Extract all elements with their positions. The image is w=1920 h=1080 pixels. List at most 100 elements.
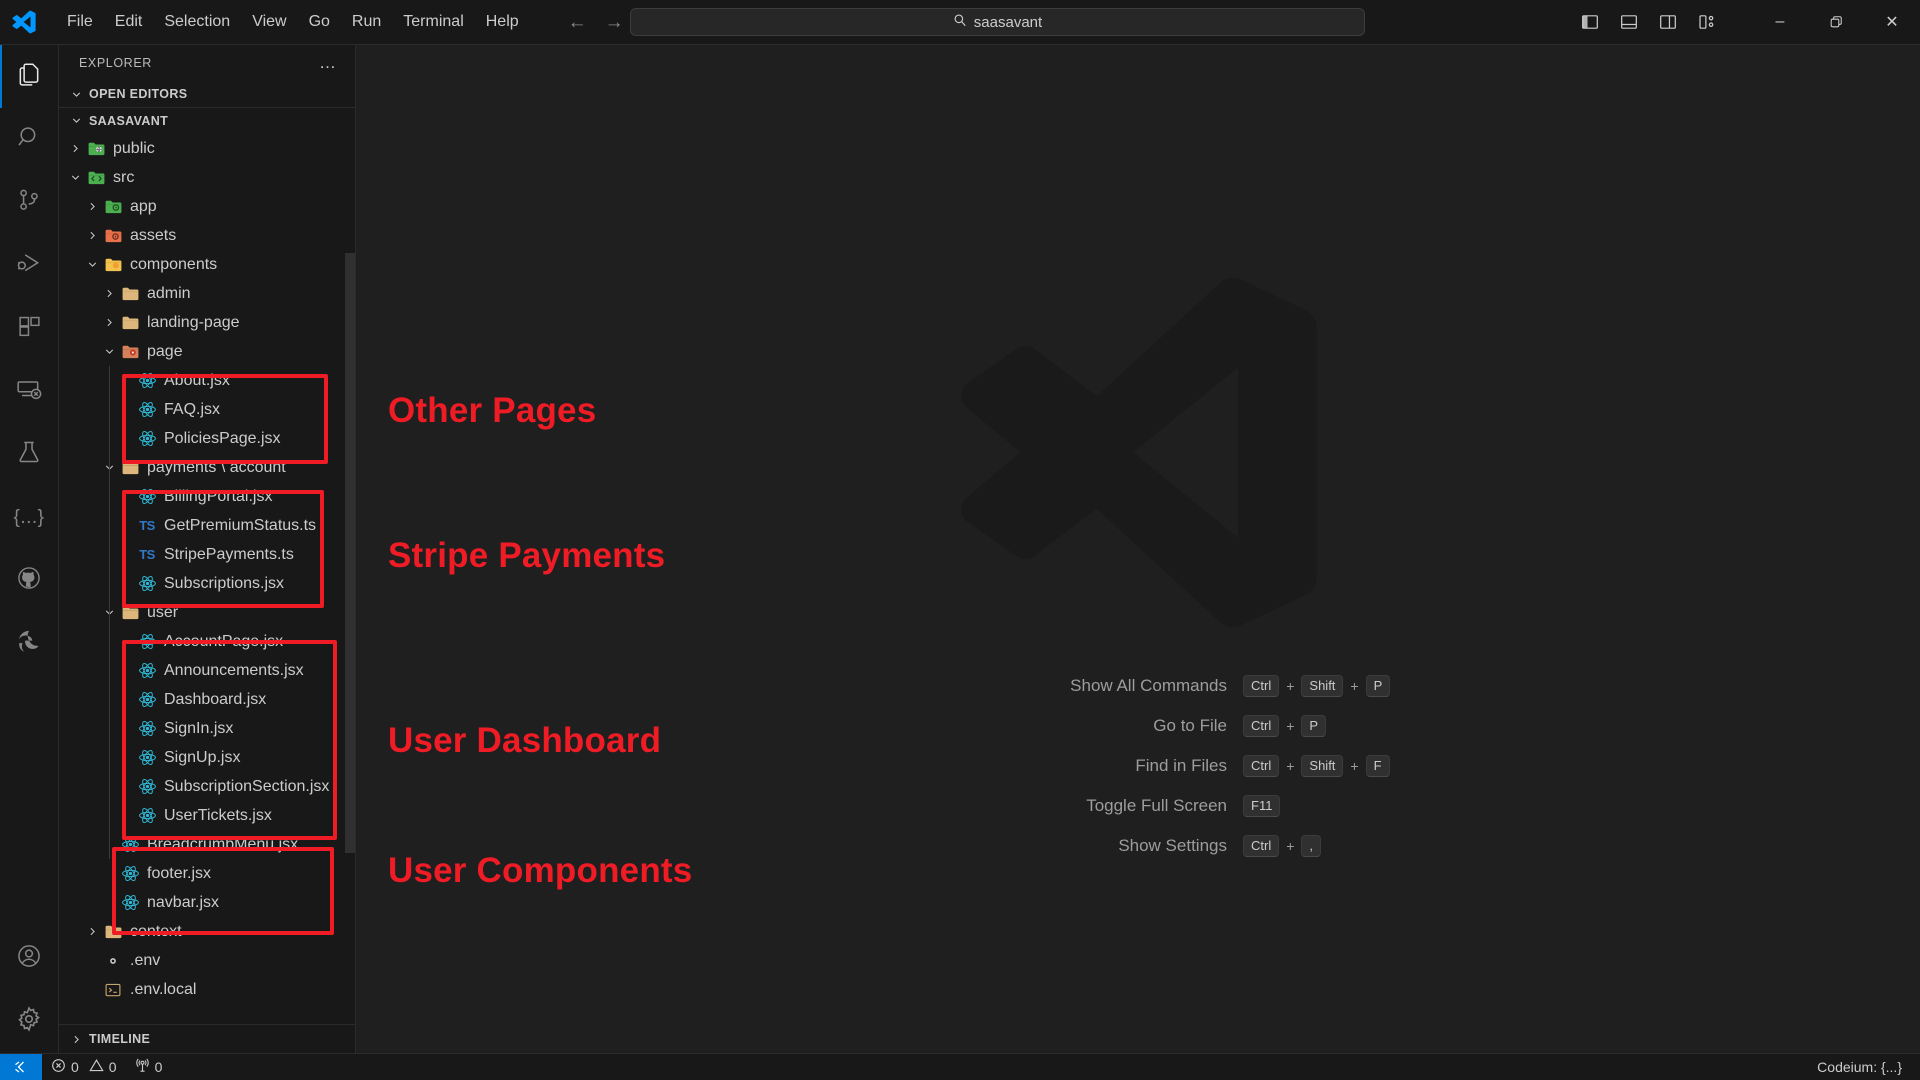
- github-icon: [16, 565, 42, 596]
- shortcut-label[interactable]: Find in Files: [868, 756, 1243, 776]
- chevron-right-icon: [67, 1033, 85, 1046]
- tree-file-row[interactable]: Dashboard.jsx: [59, 685, 355, 714]
- tree-folder-row[interactable]: components: [59, 250, 355, 279]
- tree-file-row[interactable]: AccountPage.jsx: [59, 627, 355, 656]
- status-ports[interactable]: 0: [126, 1054, 172, 1080]
- menu-run[interactable]: Run: [341, 9, 392, 35]
- react-icon: [135, 429, 159, 448]
- tree-file-row[interactable]: navbar.jsx: [59, 888, 355, 917]
- minimize-button[interactable]: –: [1752, 0, 1808, 45]
- tree-folder-row[interactable]: user: [59, 598, 355, 627]
- radio-tower-icon: [135, 1058, 150, 1076]
- tree-item-label: user: [147, 603, 179, 621]
- tree-item-label: page: [147, 342, 183, 360]
- tree-file-row[interactable]: UserTickets.jsx: [59, 801, 355, 830]
- tree-item-label: .env.local: [130, 980, 197, 998]
- console-file-icon: [101, 981, 125, 999]
- restore-button[interactable]: [1808, 0, 1864, 45]
- activity-item-github[interactable]: [0, 549, 59, 612]
- codeium-status[interactable]: Codeium: {...}: [1817, 1059, 1902, 1075]
- remote-window-icon[interactable]: [0, 1053, 42, 1080]
- shortcut-row: Toggle Full Screen F11: [868, 795, 1408, 817]
- activity-item-codeium[interactable]: {...}: [0, 486, 59, 549]
- shortcut-keys: Ctrl + P: [1243, 715, 1408, 737]
- menu-selection[interactable]: Selection: [153, 9, 241, 35]
- menu-edit[interactable]: Edit: [104, 9, 154, 35]
- menu-go[interactable]: Go: [298, 9, 341, 35]
- tree-file-row[interactable]: PoliciesPage.jsx: [59, 424, 355, 453]
- arrow-right-icon[interactable]: →: [605, 13, 624, 32]
- chevron-right-icon: [84, 925, 101, 938]
- shortcut-label[interactable]: Show All Commands: [868, 676, 1243, 696]
- activity-item-extensions[interactable]: [0, 297, 59, 360]
- shortcut-label[interactable]: Show Settings: [868, 836, 1243, 856]
- ports-count: 0: [154, 1059, 163, 1075]
- warning-count: 0: [108, 1059, 117, 1075]
- activity-item-explorer[interactable]: [0, 45, 59, 108]
- close-button[interactable]: ✕: [1864, 0, 1920, 45]
- activity-item-source-control[interactable]: [0, 171, 59, 234]
- status-problems[interactable]: 0 0: [42, 1054, 126, 1080]
- activity-item-testing[interactable]: [0, 423, 59, 486]
- folder-icon: [101, 922, 125, 941]
- menu-help[interactable]: Help: [475, 9, 530, 35]
- tree-file-row[interactable]: TS StripePayments.ts: [59, 540, 355, 569]
- tree-folder-row[interactable]: assets: [59, 221, 355, 250]
- react-icon: [118, 835, 142, 854]
- tree-item-label: public: [113, 139, 155, 157]
- tree-folder-row[interactable]: context: [59, 917, 355, 946]
- status-bar: 0 0 0 Codeium: {...}: [0, 1053, 1920, 1080]
- activity-item-run-and-debug[interactable]: [0, 234, 59, 297]
- layout-sidebar-right-icon[interactable]: [1653, 7, 1683, 37]
- tree-folder-row[interactable]: public: [59, 134, 355, 163]
- keyboard-key: ,: [1301, 835, 1322, 857]
- files-icon: [16, 61, 42, 92]
- activity-item-manage-settings[interactable]: [0, 990, 59, 1053]
- layout-panel-bottom-icon[interactable]: [1614, 7, 1644, 37]
- tree-item-label: SignUp.jsx: [164, 748, 241, 766]
- tree-folder-row[interactable]: page: [59, 337, 355, 366]
- tree-folder-row[interactable]: app: [59, 192, 355, 221]
- activity-item-accounts[interactable]: [0, 927, 59, 990]
- section-open-editors[interactable]: OPEN EDITORS: [59, 81, 355, 107]
- arrow-left-icon[interactable]: ←: [568, 13, 587, 32]
- typescript-icon: TS: [139, 518, 155, 533]
- activity-item-edge-browser[interactable]: [0, 612, 59, 675]
- tree-folder-row[interactable]: src: [59, 163, 355, 192]
- shortcut-keys: Ctrl + Shift + F: [1243, 755, 1408, 777]
- tree-file-row[interactable]: .env.local: [59, 975, 355, 1004]
- section-timeline[interactable]: TIMELINE: [59, 1025, 355, 1053]
- tree-item-label: Dashboard.jsx: [164, 690, 267, 708]
- tree-file-row[interactable]: TS GetPremiumStatus.ts: [59, 511, 355, 540]
- menu-view[interactable]: View: [241, 9, 297, 35]
- menu-file[interactable]: File: [56, 9, 104, 35]
- tree-file-row[interactable]: SubscriptionSection.jsx: [59, 772, 355, 801]
- layout-customize-icon[interactable]: [1692, 7, 1722, 37]
- layout-sidebar-left-icon[interactable]: [1575, 7, 1605, 37]
- shortcut-label[interactable]: Go to File: [868, 716, 1243, 736]
- tree-file-row[interactable]: Announcements.jsx: [59, 656, 355, 685]
- tree-folder-row[interactable]: landing-page: [59, 308, 355, 337]
- tree-file-row[interactable]: BreadcrumbMenu.jsx: [59, 830, 355, 859]
- tree-file-row[interactable]: BillingPortal.jsx: [59, 482, 355, 511]
- tree-file-row[interactable]: SignUp.jsx: [59, 743, 355, 772]
- menu-terminal[interactable]: Terminal: [392, 9, 474, 35]
- tree-file-row[interactable]: footer.jsx: [59, 859, 355, 888]
- tree-file-row[interactable]: About.jsx: [59, 366, 355, 395]
- search-input[interactable]: saasavant: [630, 8, 1365, 36]
- tree-file-row[interactable]: .env: [59, 946, 355, 975]
- more-actions-icon[interactable]: …: [319, 53, 337, 73]
- tree-folder-row[interactable]: admin: [59, 279, 355, 308]
- tree-folder-row[interactable]: payments \ account: [59, 453, 355, 482]
- tree-item-label: SubscriptionSection.jsx: [164, 777, 330, 795]
- activity-item-remote-explorer[interactable]: [0, 360, 59, 423]
- keyboard-key: P: [1365, 675, 1391, 697]
- activity-item-search[interactable]: [0, 108, 59, 171]
- search-value: saasavant: [973, 13, 1043, 31]
- shortcut-label[interactable]: Toggle Full Screen: [868, 796, 1243, 816]
- tree-file-row[interactable]: SignIn.jsx: [59, 714, 355, 743]
- section-workspace[interactable]: SAASAVANT: [59, 107, 355, 133]
- keyboard-key: Ctrl: [1243, 715, 1280, 737]
- tree-file-row[interactable]: Subscriptions.jsx: [59, 569, 355, 598]
- tree-file-row[interactable]: FAQ.jsx: [59, 395, 355, 424]
